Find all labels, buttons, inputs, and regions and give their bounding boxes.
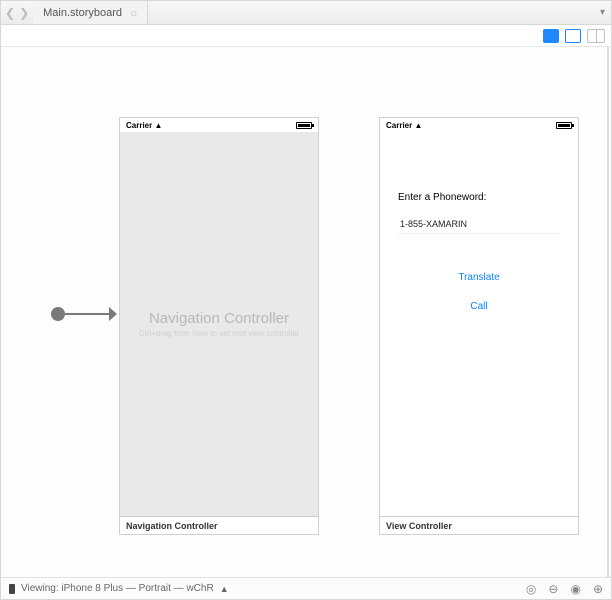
wifi-icon: ▲ [414,121,422,130]
phoneword-label: Enter a Phoneword: [398,192,560,203]
zoom-out-icon[interactable]: ⊖ [548,582,558,596]
storyboard-editor: ❮ ❯ Main.storyboard ○ ▾ Carrier ▲ Naviga… [0,0,612,600]
nav-placeholder-title: Navigation Controller [149,310,289,327]
nav-forward-icon[interactable]: ❯ [19,6,29,20]
device-icon [9,584,15,594]
tabbar-right: ▾ [600,7,611,18]
tab-title: Main.storyboard [43,7,122,19]
close-icon[interactable]: ○ [130,6,137,20]
toolbar-toggle-a[interactable] [543,29,559,43]
wifi-icon: ▲ [154,121,162,130]
scene-caption[interactable]: Navigation Controller [120,516,318,534]
entry-point-arrow-icon [109,307,117,321]
right-gutter [607,47,609,577]
chevron-down-icon[interactable]: ▾ [600,7,605,18]
scene-caption[interactable]: View Controller [380,516,578,534]
status-bar: Carrier ▲ [120,118,318,132]
nav-back-icon[interactable]: ❮ [5,6,15,20]
tab-bar: ❮ ❯ Main.storyboard ○ ▾ [1,1,611,25]
battery-icon [556,122,572,129]
status-bar-footer: Viewing: iPhone 8 Plus — Portrait — wChR… [1,577,611,599]
zoom-in-icon[interactable]: ⊕ [593,582,603,596]
canvas-toolbar [1,25,611,47]
battery-icon [296,122,312,129]
navigation-controller-body: Navigation Controller Ctrl+drag from her… [120,132,318,516]
call-button[interactable]: Call [470,301,487,312]
view-controller-body: Enter a Phoneword: Translate Call [380,132,578,516]
nav-placeholder-subtitle: Ctrl+drag from here to set root view con… [139,329,300,338]
view-controller-scene[interactable]: Carrier ▲ Enter a Phoneword: Translate C… [379,117,579,535]
document-tab[interactable]: Main.storyboard ○ [33,1,148,24]
status-bar: Carrier ▲ [380,118,578,132]
translate-button[interactable]: Translate [458,272,499,283]
carrier-label: Carrier ▲ [126,121,162,130]
button-stack: Translate Call [398,272,560,312]
toolbar-toggle-b[interactable] [565,29,581,43]
entry-point-segue [65,313,111,315]
carrier-label: Carrier ▲ [386,121,422,130]
phoneword-input[interactable] [398,215,560,234]
trait-variations-icon[interactable]: ▲ [220,584,229,594]
zoom-actual-icon[interactable]: ◉ [570,582,580,596]
panel-toggle-icon[interactable] [587,29,605,43]
navigation-controller-scene[interactable]: Carrier ▲ Navigation Controller Ctrl+dra… [119,117,319,535]
zoom-controls: ◎ ⊖ ◉ ⊕ [526,582,603,596]
viewing-label[interactable]: Viewing: iPhone 8 Plus — Portrait — wChR [21,583,214,594]
zoom-fit-icon[interactable]: ◎ [526,582,536,596]
storyboard-canvas[interactable]: Carrier ▲ Navigation Controller Ctrl+dra… [1,47,611,577]
nav-arrows: ❮ ❯ [1,6,33,20]
entry-point-dot[interactable] [51,307,65,321]
